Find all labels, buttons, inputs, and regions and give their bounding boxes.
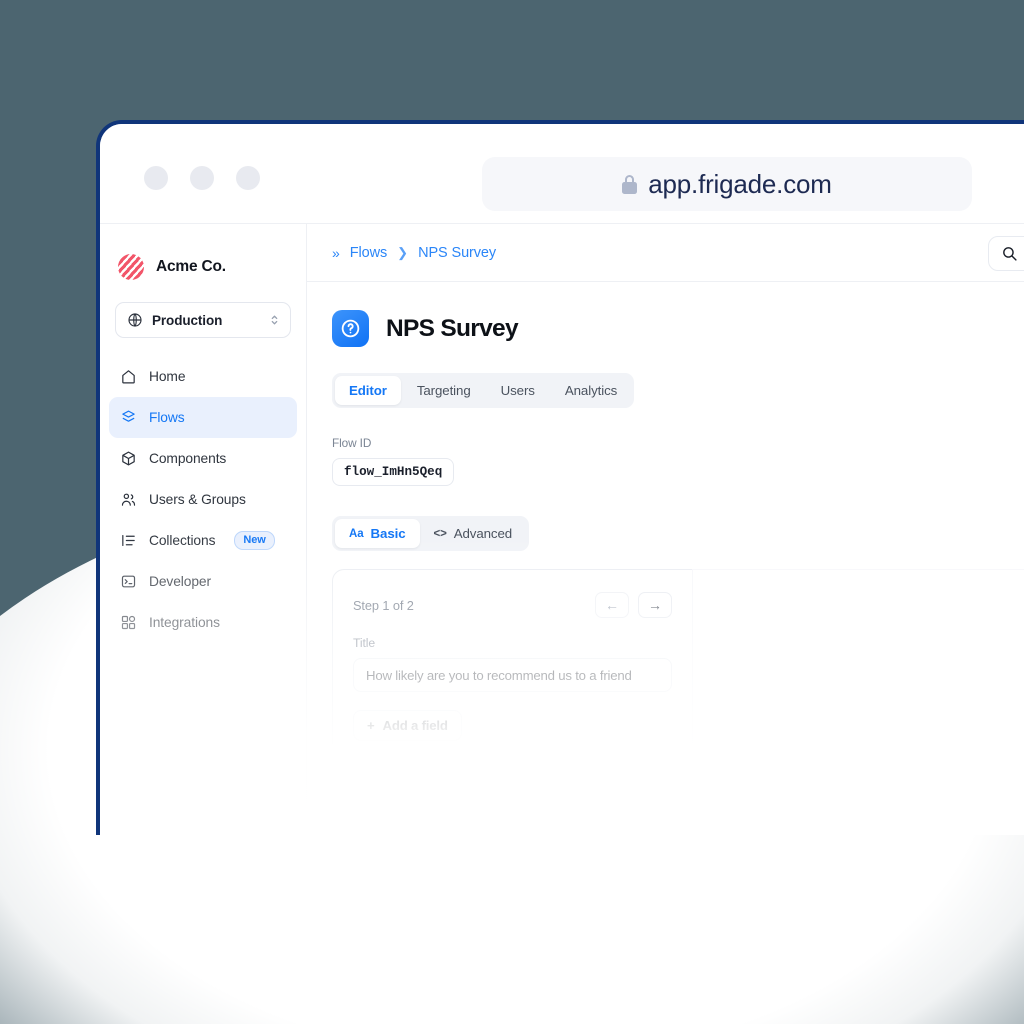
mode-toggle: Aa Basic <> Advanced	[332, 516, 530, 551]
globe-icon	[128, 313, 142, 327]
environment-selector[interactable]: Production	[115, 302, 291, 338]
layers-icon	[122, 410, 135, 422]
code-brackets-icon: <>	[433, 527, 447, 540]
up-down-chevron-icon	[271, 315, 278, 325]
mode-advanced[interactable]: <> Advanced	[420, 519, 527, 548]
topbar: » Flows ❯ NPS Survey	[307, 224, 1024, 282]
step-nav-buttons: ← →	[595, 592, 672, 618]
sidebar-item-label: Components	[149, 451, 227, 466]
page-header: NPS Survey	[332, 310, 1024, 347]
browser-window: app.frigade.com Acme Co. Production Home…	[96, 120, 1024, 835]
sidebar-item-components[interactable]: Components	[109, 438, 297, 479]
double-chevron-icon[interactable]: »	[332, 245, 340, 261]
sidebar: Acme Co. Production Home Flows Component…	[100, 224, 307, 835]
flow-id-block: Flow ID flow_ImHn5Qeq	[332, 436, 1024, 486]
traffic-light-dots	[144, 166, 260, 190]
users-icon	[121, 493, 136, 506]
status-badge: New	[234, 531, 275, 550]
next-step-button[interactable]: →	[638, 592, 672, 618]
sidebar-item-label: Home	[149, 369, 186, 384]
terminal-icon	[121, 575, 136, 588]
content-area: NPS Survey Editor Targeting Users Analyt…	[307, 282, 1024, 835]
sidebar-item-label: Flows	[149, 410, 185, 425]
browser-chrome: app.frigade.com	[100, 124, 1024, 224]
breadcrumb-item-flows[interactable]: Flows	[350, 245, 387, 261]
sidebar-nav: Home Flows Components Users & Groups Col…	[100, 356, 306, 643]
question-mark-icon	[332, 310, 369, 347]
maximize-dot[interactable]	[236, 166, 260, 190]
flow-id-label: Flow ID	[332, 436, 372, 450]
breadcrumb: » Flows ❯ NPS Survey	[332, 245, 496, 261]
tab-users[interactable]: Users	[487, 376, 549, 405]
search-icon	[1003, 247, 1017, 261]
brand-name: Acme Co.	[156, 258, 226, 275]
text-format-icon: Aa	[349, 527, 364, 540]
close-dot[interactable]	[144, 166, 168, 190]
preview-pane	[692, 569, 1024, 744]
previous-step-button[interactable]: ←	[595, 592, 629, 618]
editor-region: Step 1 of 2 ← → Title How likely are you…	[332, 569, 1024, 744]
main-area: » Flows ❯ NPS Survey NPS Survey Editor T…	[307, 224, 1024, 835]
brand[interactable]: Acme Co.	[100, 250, 306, 284]
tab-bar: Editor Targeting Users Analytics	[332, 373, 635, 408]
cube-icon	[122, 451, 135, 466]
editor-card: Step 1 of 2 ← → Title How likely are you…	[332, 569, 692, 744]
sidebar-item-label: Collections	[149, 533, 216, 548]
search-input[interactable]	[988, 236, 1024, 271]
grid-icon	[121, 615, 136, 630]
plus-icon: +	[367, 718, 375, 733]
sidebar-item-label: Developer	[149, 574, 211, 589]
sidebar-item-flows[interactable]: Flows	[109, 397, 297, 438]
add-field-button[interactable]: + Add a field	[353, 710, 462, 741]
add-field-label: Add a field	[382, 718, 448, 733]
sidebar-item-home[interactable]: Home	[109, 356, 297, 397]
step-row: Step 1 of 2 ← →	[353, 592, 672, 618]
mode-advanced-label: Advanced	[453, 526, 513, 541]
sidebar-item-label: Users & Groups	[149, 492, 246, 507]
title-field-input[interactable]: How likely are you to recommend us to a …	[353, 658, 672, 692]
sidebar-item-users-groups[interactable]: Users & Groups	[109, 479, 297, 520]
environment-label: Production	[152, 312, 223, 328]
list-icon	[122, 534, 135, 547]
sidebar-item-collections[interactable]: Collections New	[109, 520, 297, 561]
mode-basic[interactable]: Aa Basic	[335, 519, 420, 548]
step-indicator: Step 1 of 2	[353, 597, 414, 613]
tab-targeting[interactable]: Targeting	[403, 376, 485, 405]
home-icon	[122, 370, 135, 384]
sidebar-item-integrations[interactable]: Integrations	[109, 602, 297, 643]
acme-logo-icon	[118, 254, 144, 280]
breadcrumb-item-current[interactable]: NPS Survey	[418, 245, 496, 261]
tab-analytics[interactable]: Analytics	[551, 376, 631, 405]
app-container: Acme Co. Production Home Flows Component…	[100, 224, 1024, 835]
chevron-right-icon: ❯	[397, 244, 409, 260]
screenshot-stage: app.frigade.com Acme Co. Production Home…	[0, 0, 1024, 1024]
page-title: NPS Survey	[386, 314, 519, 342]
tab-editor[interactable]: Editor	[335, 376, 401, 405]
url-bar[interactable]: app.frigade.com	[482, 157, 972, 211]
minimize-dot[interactable]	[190, 166, 214, 190]
title-field-label: Title	[353, 636, 376, 650]
sidebar-item-label: Integrations	[149, 615, 220, 630]
url-text: app.frigade.com	[648, 168, 832, 199]
lock-icon	[622, 174, 638, 194]
flow-id-value[interactable]: flow_ImHn5Qeq	[332, 458, 455, 486]
mode-basic-label: Basic	[370, 526, 406, 541]
sidebar-item-developer[interactable]: Developer	[109, 561, 297, 602]
